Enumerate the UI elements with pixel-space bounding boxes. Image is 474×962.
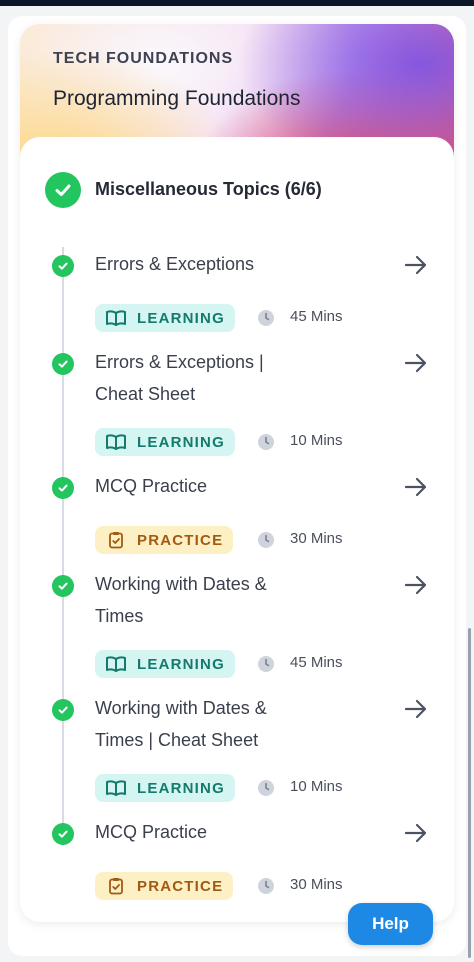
help-button[interactable]: Help <box>348 903 433 945</box>
clipboard-icon <box>105 877 127 895</box>
duration-label: 30 Mins <box>290 530 343 547</box>
arrow-right-icon[interactable] <box>403 474 429 500</box>
book-icon <box>105 433 127 451</box>
progress-timeline <box>62 247 64 837</box>
topic-title-line-1: MCQ Practice <box>95 476 208 496</box>
section-complete-icon <box>45 172 81 208</box>
practice-badge: PRACTICE <box>95 872 233 900</box>
topics-panel: Miscellaneous Topics (6/6) Errors & Exce… <box>20 137 454 922</box>
clock-icon <box>258 434 274 450</box>
clipboard-icon <box>105 531 127 549</box>
arrow-right-icon[interactable] <box>403 572 429 598</box>
badge-label: PRACTICE <box>137 531 224 549</box>
completed-check-icon <box>52 477 74 499</box>
duration-label: 30 Mins <box>290 876 343 893</box>
course-category: TECH FOUNDATIONS <box>53 50 234 67</box>
topic-title-line-1: MCQ Practice <box>95 822 208 842</box>
topic-title[interactable]: MCQ Practice <box>95 816 335 848</box>
duration-label: 10 Mins <box>290 432 343 449</box>
badge-label: LEARNING <box>137 779 225 797</box>
completed-check-icon <box>52 699 74 721</box>
duration-label: 10 Mins <box>290 778 343 795</box>
book-icon <box>105 309 127 327</box>
topic-title[interactable]: Working with Dates & Times | Cheat Sheet <box>95 692 335 756</box>
status-bar-edge <box>0 0 474 6</box>
topic-title-line-2: Cheat Sheet <box>95 384 196 404</box>
course-title: Programming Foundations <box>53 87 301 110</box>
completed-check-icon <box>52 255 74 277</box>
arrow-right-icon[interactable] <box>403 696 429 722</box>
clock-icon <box>258 780 274 796</box>
topic-title-line-1: Errors & Exceptions | <box>95 352 264 372</box>
topic-title-line-1: Working with Dates & <box>95 574 267 594</box>
badge-label: LEARNING <box>137 433 225 451</box>
clock-icon <box>258 532 274 548</box>
scrollbar[interactable] <box>468 628 471 958</box>
duration-label: 45 Mins <box>290 308 343 325</box>
book-icon <box>105 655 127 673</box>
topic-title[interactable]: MCQ Practice <box>95 470 335 502</box>
arrow-right-icon[interactable] <box>403 252 429 278</box>
clock-icon <box>258 310 274 326</box>
badge-label: PRACTICE <box>137 877 224 895</box>
topic-title-line-1: Errors & Exceptions <box>95 254 255 274</box>
clock-icon <box>258 656 274 672</box>
completed-check-icon <box>52 575 74 597</box>
badge-label: LEARNING <box>137 309 225 327</box>
learning-badge: LEARNING <box>95 774 235 802</box>
clock-icon <box>258 878 274 894</box>
section-title[interactable]: Miscellaneous Topics (6/6) <box>95 179 322 200</box>
practice-badge: PRACTICE <box>95 526 233 554</box>
learning-badge: LEARNING <box>95 304 235 332</box>
topic-title-line-2: Times <box>95 606 144 626</box>
topic-title-line-2: Times | Cheat Sheet <box>95 730 259 750</box>
book-icon <box>105 779 127 797</box>
topic-title[interactable]: Errors & Exceptions <box>95 248 335 280</box>
duration-label: 45 Mins <box>290 654 343 671</box>
topic-title-line-1: Working with Dates & <box>95 698 267 718</box>
course-card: TECH FOUNDATIONS Programming Foundations… <box>20 24 454 922</box>
arrow-right-icon[interactable] <box>403 820 429 846</box>
completed-check-icon <box>52 353 74 375</box>
arrow-right-icon[interactable] <box>403 350 429 376</box>
learning-badge: LEARNING <box>95 650 235 678</box>
completed-check-icon <box>52 823 74 845</box>
badge-label: LEARNING <box>137 655 225 673</box>
topic-title[interactable]: Errors & Exceptions | Cheat Sheet <box>95 346 335 410</box>
learning-badge: LEARNING <box>95 428 235 456</box>
topic-title[interactable]: Working with Dates & Times <box>95 568 335 632</box>
